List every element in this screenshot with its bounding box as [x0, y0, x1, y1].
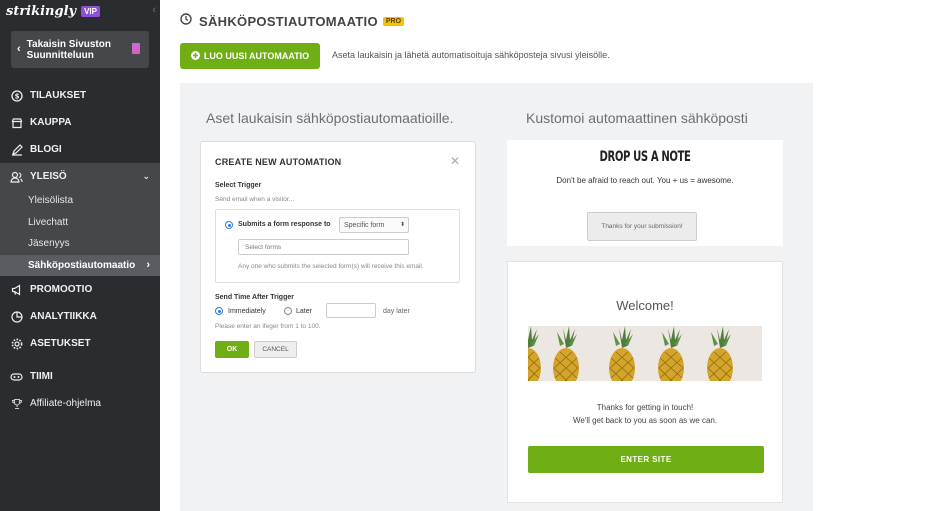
sidebar: strikingly VIP ‹ ‹ Takaisin Sivuston Suun… — [0, 0, 160, 511]
subitem-label: Livechatt — [28, 216, 69, 228]
sidebar-item-team[interactable]: TIIMI — [0, 363, 160, 390]
left-column-title: Aset laukaisin sähköpostiautomaatioille. — [206, 110, 454, 126]
collapse-sidebar-icon[interactable]: ‹ — [152, 4, 156, 16]
cancel-button[interactable]: CANCEL — [254, 341, 297, 358]
sidebar-item-label: TIIMI — [30, 371, 53, 382]
right-column-title: Kustomoi automaattinen sähköposti — [526, 110, 748, 126]
chevron-right-icon: › — [146, 259, 150, 272]
create-automation-button[interactable]: LUO UUSI AUTOMAATIO — [180, 43, 320, 69]
page-title: SÄHKÖPOSTIAUTOMAATIO — [199, 13, 378, 29]
sidebar-item-orders[interactable]: $ TILAUKSET — [0, 82, 160, 109]
select-trigger-label: Select Trigger — [215, 182, 262, 189]
gear-icon — [10, 337, 23, 350]
sidebar-item-label: BLOGI — [30, 144, 62, 155]
logo-row: strikingly VIP ‹ — [0, 0, 160, 22]
pen-icon — [10, 143, 23, 156]
subitem-label: Jäsenyys — [28, 238, 70, 250]
sidebar-item-label: PROMOOTIO — [30, 284, 93, 295]
sidebar-item-label: KAUPPA — [30, 117, 72, 128]
trophy-icon — [10, 397, 23, 410]
later-radio[interactable] — [284, 307, 292, 315]
subitem-label: Yleisölista — [28, 195, 74, 207]
subitem-label: Sähköpostiautomaatio — [28, 259, 136, 271]
dollar-icon: $ — [10, 89, 23, 102]
form-type-select[interactable]: Specific form ⬍ — [339, 217, 409, 233]
sidebar-item-settings[interactable]: ASETUKSET — [0, 330, 160, 357]
pineapples-image — [528, 326, 762, 381]
chevron-down-icon: ⌄ — [142, 171, 150, 181]
back-label-line1: Takaisin Sivuston — [26, 38, 111, 50]
thanks-line2: We'll get back to you as soon as we can. — [572, 416, 718, 425]
megaphone-icon — [10, 283, 23, 296]
users-icon — [10, 170, 23, 183]
chevron-left-icon: ‹ — [17, 43, 21, 55]
send-email-hint: Send email when a visitor... — [215, 196, 295, 203]
main-content: SÄHKÖPOSTIAUTOMAATIO PRO LUO UUSI AUTOMA… — [160, 0, 925, 511]
page-description: Aseta laukaisin ja lähetä automatisoituj… — [332, 50, 610, 60]
sidebar-item-blog[interactable]: BLOGI — [0, 136, 160, 163]
create-automation-modal: CREATE NEW AUTOMATION ✕ Select Trigger S… — [200, 141, 476, 373]
drop-note-title: DROP US A NOTE — [599, 149, 691, 165]
back-label: Takaisin Sivuston Suunnitteluun — [27, 39, 111, 61]
sidebar-item-audience[interactable]: YLEISÖ ⌄ — [0, 163, 160, 190]
enter-site-button: ENTER SITE — [528, 446, 764, 473]
email-preview-card: Welcome! Thanks for getting in touch! We… — [507, 261, 783, 503]
sidebar-nav: $ TILAUKSET KAUPPA BLOGI YLEISÖ ⌄ Yleisö… — [0, 82, 160, 417]
forms-note: Any one who submits the selected form(s)… — [238, 263, 424, 270]
day-later-label: day later — [383, 308, 410, 315]
sidebar-item-promo[interactable]: PROMOOTIO — [0, 276, 160, 303]
page-header: SÄHKÖPOSTIAUTOMAATIO PRO — [180, 12, 405, 30]
submission-button: Thanks for your submission! — [587, 212, 697, 241]
later-label: Later — [296, 308, 312, 315]
ok-button[interactable]: OK — [215, 341, 249, 358]
sidebar-item-label: ANALYTIIKKA — [30, 311, 97, 322]
select-arrows-icon: ⬍ — [399, 222, 405, 228]
subitem-membership[interactable]: Jäsenyys — [0, 233, 160, 255]
drop-note-subtitle: Don't be afraid to reach out. You + us =… — [556, 176, 734, 185]
sidebar-item-label: YLEISÖ — [30, 171, 67, 182]
sidebar-item-label: TILAUKSET — [30, 90, 87, 101]
send-time-label: Send Time After Trigger — [215, 294, 294, 301]
form-type-value: Specific form — [344, 222, 385, 229]
submits-label: Submits a form response to — [238, 221, 331, 228]
clock-icon — [180, 12, 192, 30]
thanks-message: Thanks for getting in touch! We'll get b… — [508, 401, 782, 427]
svg-text:$: $ — [14, 92, 19, 100]
site-icon — [132, 43, 140, 54]
pro-badge: PRO — [382, 16, 405, 26]
vip-badge: VIP — [81, 5, 100, 17]
back-to-editor-button[interactable]: ‹ Takaisin Sivuston Suunnitteluun — [11, 31, 149, 68]
subitem-audience-list[interactable]: Yleisölista — [0, 190, 160, 212]
close-icon[interactable]: ✕ — [450, 154, 460, 168]
immediately-label: Immediately — [228, 308, 266, 315]
forms-placeholder: Select forms — [245, 244, 282, 251]
audience-submenu: Yleisölista Livechatt Jäsenyys Sähköpost… — [0, 190, 160, 276]
store-icon — [10, 116, 23, 129]
thanks-line1: Thanks for getting in touch! — [596, 403, 694, 412]
subitem-livechat[interactable]: Livechatt — [0, 212, 160, 234]
pie-chart-icon — [10, 310, 23, 323]
team-icon — [10, 370, 23, 383]
create-button-label: LUO UUSI AUTOMAATIO — [203, 51, 310, 61]
select-forms-input[interactable]: Select forms — [238, 239, 409, 255]
strikingly-logo[interactable]: strikingly — [6, 4, 76, 19]
intro-panel: Aset laukaisin sähköpostiautomaatioille.… — [180, 83, 813, 511]
immediately-radio[interactable] — [215, 307, 223, 315]
sidebar-item-label: Affiliate-ohjelma — [30, 398, 101, 409]
plus-circle-icon — [190, 50, 200, 62]
modal-title: CREATE NEW AUTOMATION — [215, 157, 342, 167]
day-input[interactable] — [326, 303, 376, 318]
trigger-box: Submits a form response to Specific form… — [215, 209, 460, 283]
sidebar-item-affiliate[interactable]: Affiliate-ohjelma — [0, 390, 160, 417]
sidebar-item-store[interactable]: KAUPPA — [0, 109, 160, 136]
back-label-line2: Suunnitteluun — [26, 49, 94, 61]
sidebar-item-analytics[interactable]: ANALYTIIKKA — [0, 303, 160, 330]
form-response-radio[interactable] — [225, 221, 233, 229]
range-hint: Please enter an ifeger from 1 to 100. — [215, 323, 321, 330]
pineapples-illustration — [528, 326, 734, 381]
subitem-email-automation[interactable]: Sähköpostiautomaatio › — [0, 254, 160, 276]
form-preview-card: DROP US A NOTE Don't be afraid to reach … — [507, 140, 783, 246]
welcome-heading: Welcome! — [616, 298, 674, 313]
sidebar-item-label: ASETUKSET — [30, 338, 91, 349]
